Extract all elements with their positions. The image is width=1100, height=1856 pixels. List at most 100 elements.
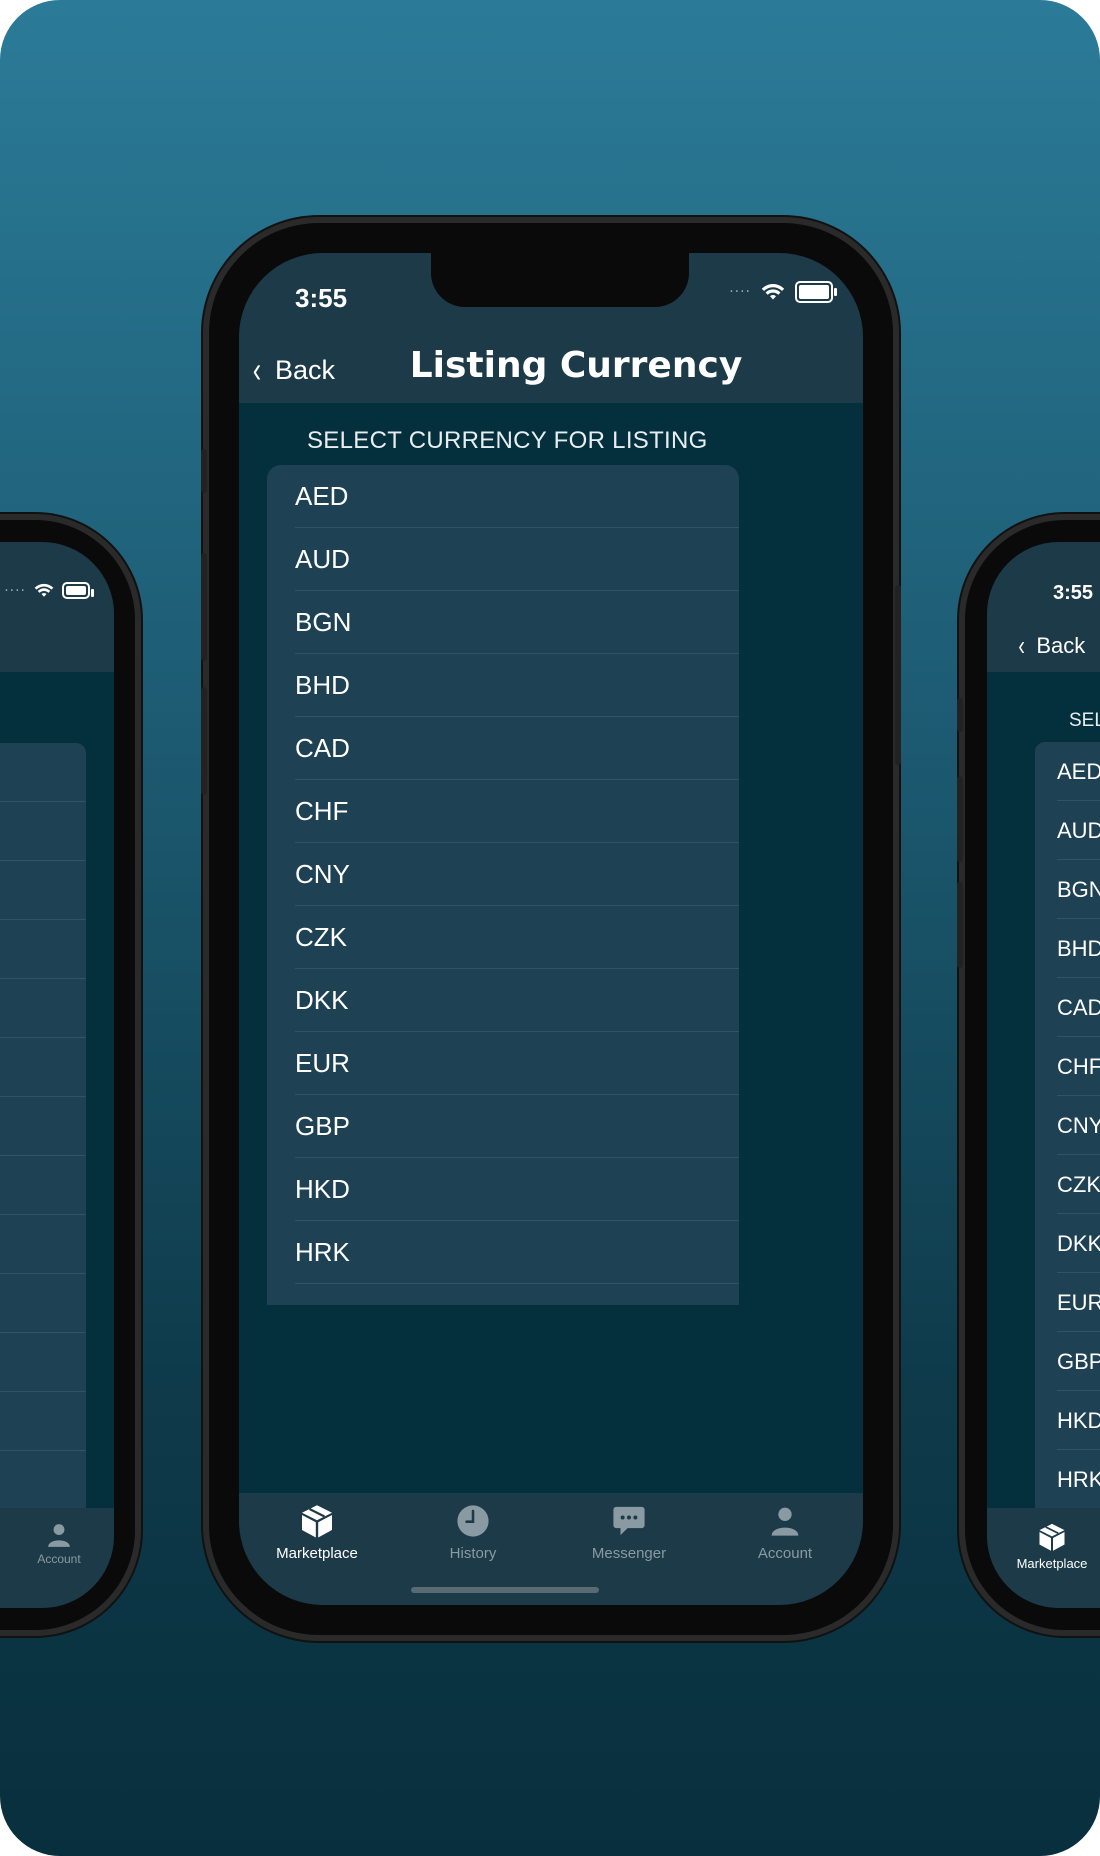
currency-row-czk[interactable]: CZK [267,906,739,969]
chat-bubble-icon [613,1506,645,1536]
back-label: Back [1036,633,1086,658]
back-button[interactable]: ‹ Back [1017,630,1085,662]
currency-code: DKK [1057,1230,1100,1256]
currency-row-aed[interactable]: AED [267,465,739,528]
tab-label: Marketplace [276,1545,358,1562]
currency-code: EUR [1057,1289,1100,1315]
currency-row-gbp[interactable]: GBP [267,1095,739,1158]
currency-row-cad[interactable]: CAD [267,717,739,780]
notch [431,253,689,307]
currency-row-chf[interactable]: CHF [267,780,739,843]
list-item[interactable]: CNY [1035,1096,1100,1155]
currency-code: HKD [295,1174,350,1204]
list-item[interactable]: AUD [1035,801,1100,860]
tab-label: Messenger [591,1545,667,1562]
list-item[interactable]: GBP [1035,1332,1100,1391]
currency-row-eur[interactable]: EUR [267,1032,739,1095]
left-phone-screen: ···· Account [0,542,114,1608]
right-navbar: 3:55 ‹ Back [987,542,1100,672]
box-icon [302,1505,332,1538]
currency-code: CAD [1057,994,1100,1020]
list-item[interactable] [0,802,86,861]
currency-code: HRK [295,1237,350,1267]
list-item[interactable]: DKK [1035,1214,1100,1273]
currency-code: EUR [295,1048,350,1078]
currency-row-aud[interactable]: AUD [267,528,739,591]
signal-icon: ···· [729,284,751,300]
currency-list: AED AUD BGN BHD CAD CHF CNY CZK DKK EUR … [267,465,739,1305]
list-item[interactable] [0,1156,86,1215]
currency-code: GBP [1057,1348,1100,1374]
wifi-icon [34,583,54,597]
volume-button [957,698,963,732]
currency-code: DKK [295,985,349,1015]
tab-label: Account [757,1545,813,1562]
list-item[interactable]: EUR [1035,1273,1100,1332]
currency-code: BGN [295,607,352,637]
list-item[interactable] [0,920,86,979]
right-currency-list: AED AUD BGN BHD CAD CHF CNY CZK DKK EUR … [1035,742,1100,1522]
list-item[interactable]: CZK [1035,1155,1100,1214]
tab-label: History [449,1545,497,1562]
left-navbar: ···· [0,542,114,672]
list-item[interactable] [0,1274,86,1333]
status-icons: ···· [729,281,837,303]
currency-code: CNY [1057,1112,1100,1138]
list-item[interactable] [0,979,86,1038]
right-tab-bar: Marketplace [987,1508,1100,1608]
list-item[interactable] [0,1215,86,1274]
currency-row-bhd[interactable]: BHD [267,654,739,717]
status-time: 3:55 [295,283,348,313]
left-currency-list [0,743,86,1523]
power-button [895,585,901,765]
list-item[interactable]: BHD [1035,919,1100,978]
right-tab-marketplace[interactable]: Marketplace [987,1508,1100,1608]
currency-code: HKD [1057,1407,1100,1433]
currency-row-hrk[interactable]: HRK [267,1221,739,1284]
section-header: SELECT CURRENCY FOR LISTING [307,427,708,454]
tab-label: Marketplace [1016,1556,1088,1571]
currency-code: CHF [295,796,349,826]
navigation-bar: ‹ Back Listing Currency [239,333,863,403]
tab-account[interactable]: Account [707,1493,863,1605]
currency-row-hkd[interactable]: HKD [267,1158,739,1221]
right-phone-mockup: 3:55 ‹ Back SELEC AED AUD BGN BHD CAD CH… [957,520,1100,1630]
main-phone-screen: 3:55 ···· ‹ Back Listing Currency SELECT… [239,253,863,1605]
promo-background: ···· Account 3:55 ···· ‹ Back Listing Cu… [0,0,1100,1856]
currency-row-partial[interactable] [267,1284,739,1305]
currency-row-bgn[interactable]: BGN [267,591,739,654]
list-item[interactable] [0,1038,86,1097]
list-item[interactable] [0,1333,86,1392]
section-header: SELEC [1069,710,1100,731]
currency-code: BHD [295,670,350,700]
tab-label: Account [37,1552,81,1566]
list-item[interactable]: CAD [1035,978,1100,1037]
tab-marketplace[interactable]: Marketplace [239,1493,395,1605]
list-item[interactable]: HRK [1035,1450,1100,1509]
person-icon [48,1524,70,1547]
list-item[interactable] [0,743,86,802]
status-time: 3:55 [1053,582,1094,604]
currency-code: AED [1057,758,1100,784]
currency-row-cny[interactable]: CNY [267,843,739,906]
mute-switch [201,449,207,493]
list-item[interactable]: BGN [1035,860,1100,919]
list-item[interactable]: CHF [1035,1037,1100,1096]
volume-button [957,882,963,968]
currency-code: CNY [295,859,350,889]
list-item[interactable] [0,861,86,920]
left-phone-mockup: ···· Account [0,520,135,1630]
home-indicator[interactable] [411,1587,599,1593]
left-tab-account[interactable]: Account [4,1508,114,1608]
tab-bar: Marketplace History Messenger Account [239,1493,863,1605]
page-title: Listing Currency [409,345,743,386]
volume-up-button [201,553,207,661]
signal-icon: ···· [4,582,26,599]
list-item[interactable] [0,1097,86,1156]
currency-row-dkk[interactable]: DKK [267,969,739,1032]
list-item[interactable] [0,1392,86,1451]
volume-down-button [201,687,207,795]
list-item[interactable]: AED [1035,742,1100,801]
currency-code: CZK [1057,1171,1100,1197]
list-item[interactable]: HKD [1035,1391,1100,1450]
